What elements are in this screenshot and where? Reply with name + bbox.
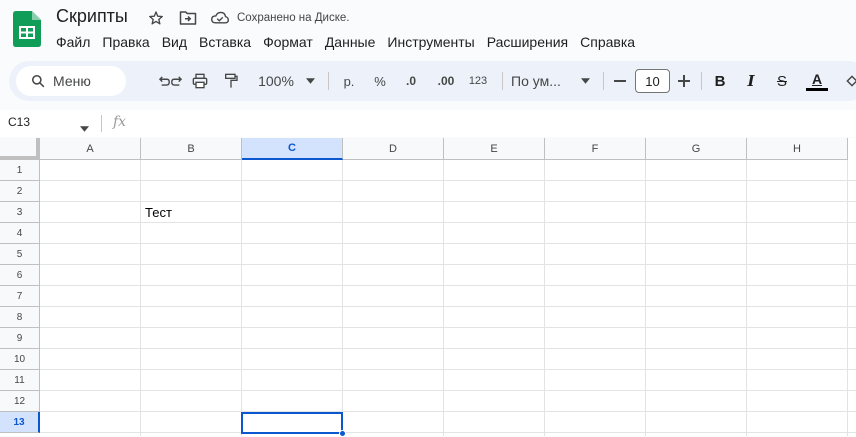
column-header-d[interactable]: D xyxy=(343,138,444,160)
row-header-8[interactable]: 8 xyxy=(0,307,40,328)
row-header-1[interactable]: 1 xyxy=(0,160,40,181)
column-header-e[interactable]: E xyxy=(444,138,545,160)
redo-icon[interactable] xyxy=(166,61,188,101)
zoom-select[interactable]: 100% xyxy=(254,61,298,101)
menu-format[interactable]: Формат xyxy=(257,33,319,51)
row-gridline xyxy=(40,243,856,244)
print-icon[interactable] xyxy=(189,61,211,101)
column-header-f[interactable]: F xyxy=(545,138,646,160)
toolbar: Меню 100% р. % .0 .00 123 По ум... 10 B … xyxy=(9,61,856,101)
name-box-dropdown-icon[interactable] xyxy=(80,119,89,137)
column-header-c[interactable]: C xyxy=(242,138,343,160)
menu-bar: Файл Правка Вид Вставка Формат Данные Ин… xyxy=(50,33,641,51)
chevron-down-icon[interactable] xyxy=(303,61,317,101)
strikethrough-button[interactable]: S xyxy=(773,61,791,101)
row-header-6[interactable]: 6 xyxy=(0,265,40,286)
row-gridline xyxy=(40,327,856,328)
formula-bar-divider xyxy=(101,115,102,132)
star-icon[interactable] xyxy=(147,9,165,27)
row-gridline xyxy=(40,348,856,349)
name-box[interactable]: C13 xyxy=(8,115,30,129)
fx-icon: fx xyxy=(113,114,127,130)
text-color-button[interactable]: A xyxy=(805,61,829,101)
menu-insert[interactable]: Вставка xyxy=(193,33,257,51)
increase-decimal-button[interactable]: .00 xyxy=(434,61,458,101)
spreadsheet-grid[interactable]: A B C D E F G H 1 2 3 4 5 6 7 8 9 10 11 12 13 Тест xyxy=(0,138,856,436)
sheets-logo-icon[interactable] xyxy=(13,11,41,47)
column-header-a[interactable]: A xyxy=(40,138,141,160)
row-header-12[interactable]: 12 xyxy=(0,391,40,412)
row-header-7[interactable]: 7 xyxy=(0,286,40,307)
document-title[interactable]: Скрипты xyxy=(56,6,128,27)
move-folder-icon[interactable] xyxy=(179,9,197,27)
italic-button[interactable]: I xyxy=(742,61,760,101)
text-color-label: A xyxy=(811,70,823,87)
column-header-b[interactable]: B xyxy=(141,138,242,160)
save-status: Сохранено на Диске. xyxy=(237,12,350,24)
decrease-decimal-label: .0 xyxy=(405,74,416,88)
toolbar-divider xyxy=(502,72,503,90)
row-gridline xyxy=(40,285,856,286)
row-gridline xyxy=(40,264,856,265)
row-gridline xyxy=(40,369,856,370)
column-header-g[interactable]: G xyxy=(646,138,747,160)
increase-font-size-icon[interactable] xyxy=(676,61,692,101)
decrease-decimal-button[interactable]: .0 xyxy=(400,61,422,101)
menu-extensions[interactable]: Расширения xyxy=(481,33,574,51)
currency-format-button[interactable]: р. xyxy=(340,61,358,101)
menu-help[interactable]: Справка xyxy=(574,33,641,51)
paint-format-icon[interactable] xyxy=(220,61,242,101)
cloud-saved-icon[interactable] xyxy=(211,9,229,27)
font-size-input[interactable]: 10 xyxy=(635,69,670,93)
row-header-9[interactable]: 9 xyxy=(0,328,40,349)
row-header-11[interactable]: 11 xyxy=(0,370,40,391)
row-gridline xyxy=(40,180,856,181)
row-header-3[interactable]: 3 xyxy=(0,202,40,223)
search-icon xyxy=(31,74,45,88)
percent-format-button[interactable]: % xyxy=(371,61,389,101)
row-header-13[interactable]: 13 xyxy=(0,412,40,433)
column-header-h[interactable]: H xyxy=(747,138,848,160)
selected-cell-outline xyxy=(241,412,343,434)
increase-decimal-label: .00 xyxy=(437,74,455,88)
row-header-10[interactable]: 10 xyxy=(0,349,40,370)
text-color-swatch xyxy=(806,87,828,91)
search-menus-button[interactable]: Меню xyxy=(16,66,126,96)
menu-file[interactable]: Файл xyxy=(50,33,96,51)
decrease-font-size-icon[interactable] xyxy=(612,61,628,101)
formula-input[interactable] xyxy=(140,115,840,133)
row-header-4[interactable]: 4 xyxy=(0,223,40,244)
row-gridline xyxy=(40,432,856,433)
app-header: Скрипты Сохранено на Диске. Файл Правка … xyxy=(0,0,856,60)
row-header-5[interactable]: 5 xyxy=(0,244,40,265)
bold-button[interactable]: B xyxy=(711,61,729,101)
menu-view[interactable]: Вид xyxy=(156,33,193,51)
row-gridline xyxy=(40,390,856,391)
cell-b3[interactable]: Тест xyxy=(145,205,172,220)
menu-tools[interactable]: Инструменты xyxy=(381,33,480,51)
select-all-corner[interactable] xyxy=(0,138,40,160)
row-gridline xyxy=(40,411,856,412)
chevron-down-icon[interactable] xyxy=(578,61,592,101)
row-gridline xyxy=(40,222,856,223)
font-family-select[interactable]: По ум... xyxy=(511,61,567,101)
row-gridline xyxy=(40,306,856,307)
toolbar-divider xyxy=(328,72,329,90)
menu-edit[interactable]: Правка xyxy=(96,33,155,51)
formula-bar: C13 fx xyxy=(0,110,856,137)
toolbar-divider xyxy=(701,72,702,90)
more-formats-button[interactable]: 123 xyxy=(466,61,490,101)
row-header-2[interactable]: 2 xyxy=(0,181,40,202)
toolbar-divider xyxy=(603,72,604,90)
fill-color-icon[interactable] xyxy=(845,61,856,101)
search-menus-label: Меню xyxy=(53,73,91,89)
row-gridline xyxy=(40,201,856,202)
menu-data[interactable]: Данные xyxy=(319,33,382,51)
